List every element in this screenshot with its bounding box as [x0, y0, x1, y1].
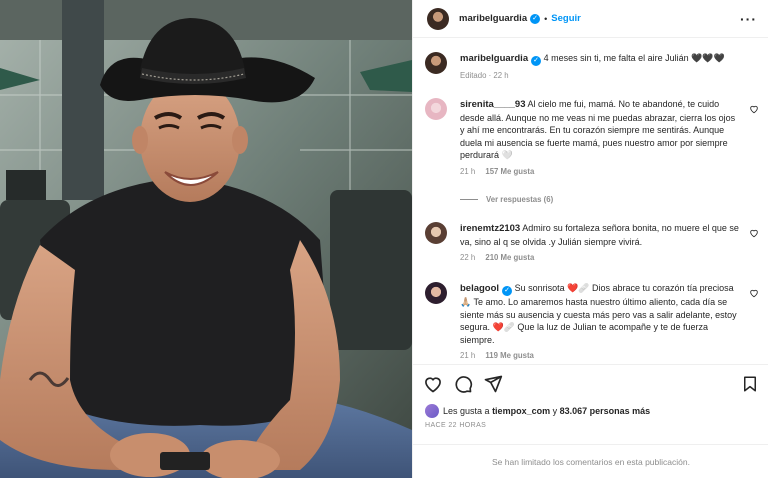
comment-likes[interactable]: 119 Me gusta [485, 351, 534, 360]
liker-avatar [425, 404, 439, 418]
share-send-icon[interactable] [483, 374, 503, 394]
post-header: maribelguardia ✓ • Seguir ··· [413, 0, 768, 38]
post-photo[interactable] [0, 0, 412, 478]
comments-limited-notice: Se han limitado los comentarios en esta … [413, 444, 768, 478]
caption-avatar[interactable] [425, 52, 447, 74]
view-replies-button[interactable]: Ver respuestas (6) [460, 195, 553, 204]
likes-count[interactable]: 83.067 personas más [560, 406, 651, 416]
header-separator: • [544, 13, 548, 24]
follow-button[interactable]: Seguir [551, 13, 581, 24]
caption-edited: Editado · 22 h [460, 71, 509, 80]
caption-body: maribelguardia ✓ 4 meses sin ti, me falta… [460, 52, 742, 83]
post-side-panel: maribelguardia ✓ • Seguir ··· maribelgua… [412, 0, 768, 478]
more-icon[interactable]: ··· [740, 12, 757, 26]
post-actions: Les gusta a tiempox_com y 83.067 persona… [413, 364, 768, 444]
likes-prefix: Les gusta a [443, 406, 490, 416]
comment-time: 21 h [460, 166, 476, 176]
author-username[interactable]: maribelguardia [459, 13, 527, 24]
comment-body: belagool ✓ Su sonrisota ❤️🩹 Dios abrace t… [460, 282, 742, 363]
comment-bubble-icon[interactable] [453, 374, 473, 394]
heart-icon[interactable] [749, 288, 759, 298]
likes-summary[interactable]: Les gusta a tiempox_com y 83.067 persona… [425, 404, 650, 418]
verified-icon: ✓ [531, 56, 542, 66]
comment-time: 22 h [460, 253, 476, 262]
heart-icon[interactable] [749, 104, 759, 114]
verified-icon: ✓ [502, 286, 513, 296]
author-avatar[interactable] [427, 7, 449, 30]
heart-icon[interactable] [749, 228, 759, 238]
like-heart-icon[interactable] [423, 374, 443, 394]
commenter-avatar[interactable] [425, 222, 447, 244]
verified-icon: ✓ [530, 13, 541, 24]
caption-username[interactable]: maribelguardia [460, 53, 528, 64]
post-time-ago: HACE 22 HORAS [425, 422, 487, 429]
comment-likes[interactable]: 210 Me gusta [485, 253, 534, 262]
commenter-avatar[interactable] [425, 282, 447, 304]
post-photo-image [0, 0, 412, 478]
comments-list[interactable]: maribelguardia ✓ 4 meses sin ti, me falta… [413, 38, 768, 364]
instagram-post: maribelguardia ✓ • Seguir ··· maribelgua… [0, 0, 768, 478]
comment-username[interactable]: sirenita____93 [460, 99, 526, 110]
comment-time: 21 h [460, 351, 476, 360]
caption-meta: Editado · 22 h [460, 70, 742, 83]
replies-line [460, 199, 478, 200]
caption-text: 4 meses sin ti, me falta el aire Julián … [543, 53, 725, 63]
save-button[interactable] [741, 374, 759, 394]
comment-body: irenemtz2103 Admiro su fortaleza señora … [460, 222, 742, 265]
commenter-avatar[interactable] [425, 98, 447, 120]
comment-meta: 21 h 119 Me gusta [460, 350, 742, 363]
replies-label: Ver respuestas (6) [486, 195, 554, 204]
comment-meta: 22 h 210 Me gusta [460, 252, 742, 265]
likes-middle: y [552, 406, 558, 416]
action-buttons [423, 374, 503, 394]
comment-likes[interactable]: 157 Me gusta [485, 167, 534, 176]
comment-body: sirenita____93 Al cielo me fui, mamá. No… [460, 98, 742, 178]
bookmark-icon [744, 376, 756, 392]
comment-meta: 21 h 157 Me gusta [460, 166, 742, 179]
comment-username[interactable]: belagool [460, 283, 499, 294]
likes-user[interactable]: tiempox_com [492, 406, 550, 416]
comment-username[interactable]: irenemtz2103 [460, 223, 520, 234]
